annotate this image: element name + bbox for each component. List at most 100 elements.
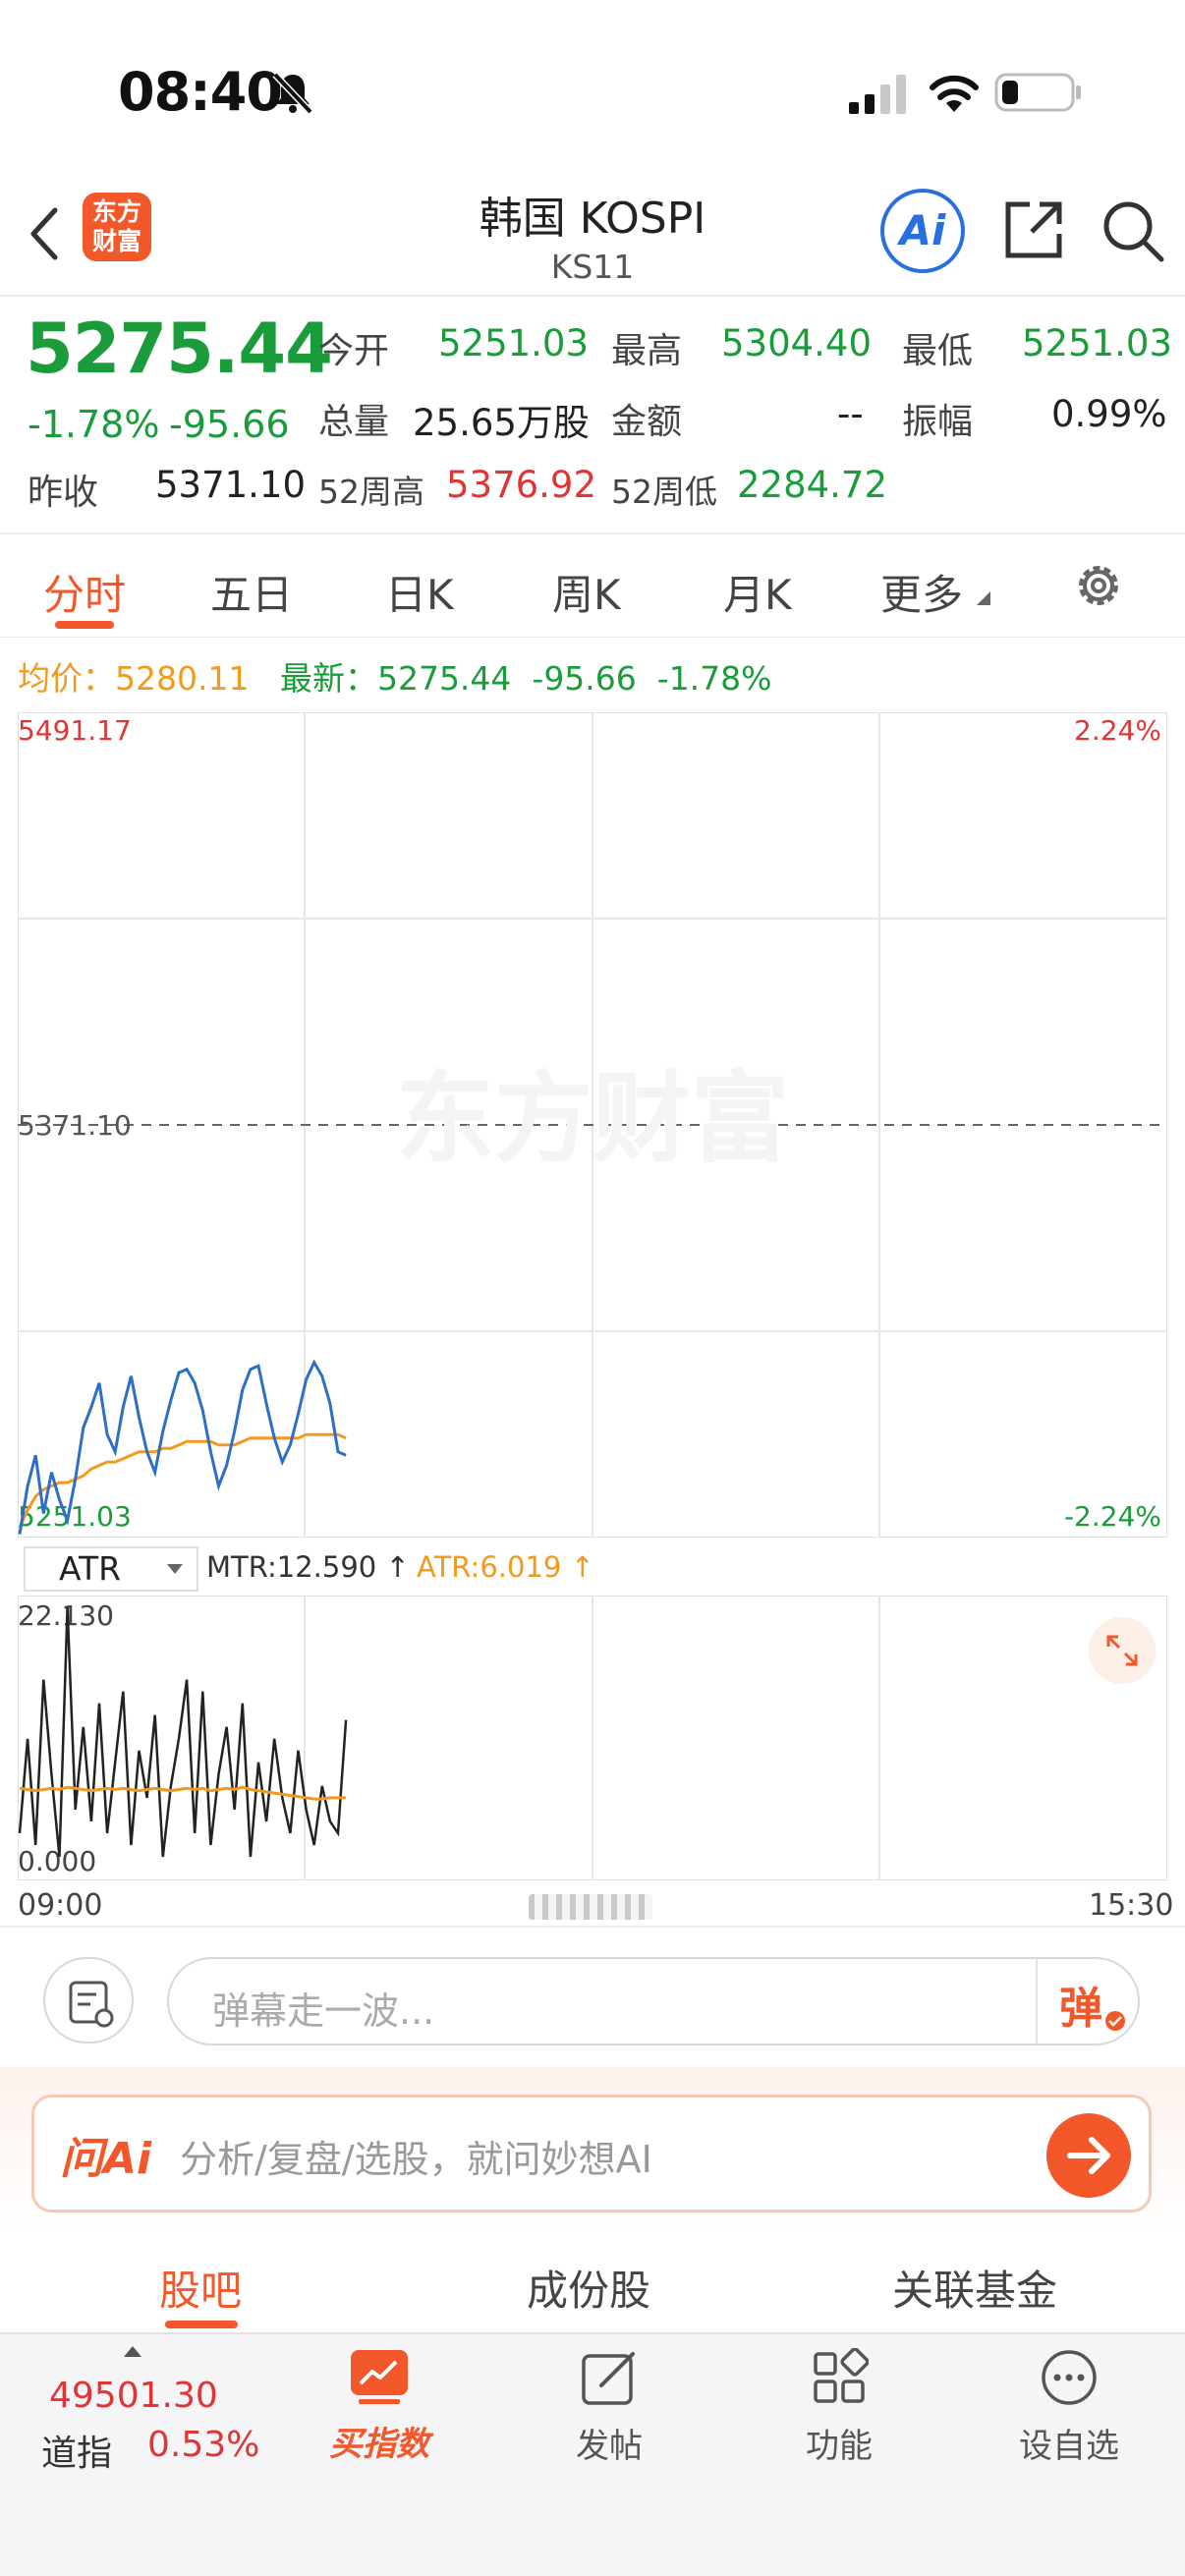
add-watchlist-button[interactable]: 设自选 xyxy=(1000,2348,1138,2467)
functions-button[interactable]: 功能 xyxy=(770,2347,908,2467)
caret-up-icon xyxy=(124,2346,141,2357)
blurred-time-label xyxy=(529,1894,652,1920)
indicator-bar: ATR MTR:12.590 ↑ ATR:6.019 ↑ xyxy=(24,1546,1173,1592)
volume-value: 25.65万股 xyxy=(413,402,590,444)
nav-bar: 东方财富 韩国 KOSPI KS11 Ai xyxy=(0,167,1185,295)
more-dots-icon xyxy=(1042,2350,1097,2405)
latest-value: 5275.44 xyxy=(376,659,512,698)
amplitude-value: 0.99% xyxy=(1051,393,1167,435)
tab-more[interactable]: 更多 xyxy=(880,562,963,622)
tab-related-funds[interactable]: 关联基金 xyxy=(892,2258,1057,2318)
check-icon xyxy=(1105,2011,1125,2031)
functions-label: 功能 xyxy=(806,2427,873,2466)
ask-ai-section: 问Ai 分析/复盘/选股，就问妙想AI xyxy=(0,2067,1185,2234)
ask-ai-submit-button[interactable] xyxy=(1046,2113,1131,2198)
chart-info-line: 均价：5280.11 最新：5275.44 -95.66 -1.78% xyxy=(18,652,772,700)
time-axis-start: 09:00 xyxy=(18,1888,103,1923)
search-icon[interactable] xyxy=(1100,198,1165,263)
atr-value: ATR:6.019 ↑ xyxy=(417,1550,594,1584)
tab-stock-forum[interactable]: 股吧 xyxy=(159,2258,242,2318)
edit-icon xyxy=(582,2352,635,2405)
prev-close-value: 5371.10 xyxy=(155,464,307,506)
week52-low-value: 2284.72 xyxy=(737,464,888,506)
add-watchlist-label: 设自选 xyxy=(1019,2427,1119,2466)
status-bar: 08:40 xyxy=(0,0,1185,167)
watermark: 东方财富 xyxy=(396,1061,789,1176)
amount-value: -- xyxy=(837,393,864,435)
settings-gear-icon[interactable] xyxy=(1071,558,1126,613)
clock: 08:40 xyxy=(118,61,283,123)
arrow-right-icon xyxy=(1067,2137,1110,2174)
dow-percent: 0.53% xyxy=(147,2425,260,2465)
prev-close-label: 昨收 xyxy=(28,473,99,513)
trend-chart-icon xyxy=(351,2350,408,2404)
avg-price-label: 均价： xyxy=(18,659,115,698)
ai-assistant-button[interactable]: Ai xyxy=(880,189,965,273)
change-percent: -1.78% xyxy=(28,403,160,446)
current-price: 5275.44 xyxy=(26,308,333,389)
danmaku-toggle-icon[interactable]: 弹 xyxy=(1059,1973,1102,2036)
chevron-down-icon xyxy=(167,1564,183,1574)
battery-icon xyxy=(994,73,1081,112)
tab-monthly-k[interactable]: 月K xyxy=(723,562,792,622)
latest-label: 最新： xyxy=(279,659,377,698)
grid-apps-icon xyxy=(814,2347,870,2403)
atr-chart[interactable]: 22.130 0.000 xyxy=(18,1596,1167,1880)
expand-icon xyxy=(1106,1635,1138,1666)
wifi-icon xyxy=(930,75,979,112)
share-icon[interactable] xyxy=(1002,198,1065,261)
divider xyxy=(1036,1959,1038,2044)
open-value: 5251.03 xyxy=(438,322,590,364)
y-mid-price: 5371.10 xyxy=(18,1109,132,1142)
danmaku-row: 弹幕走一波... 弹 xyxy=(0,1930,1185,2067)
time-axis-end: 15:30 xyxy=(1089,1888,1174,1923)
divider xyxy=(0,1926,1185,1928)
tab-weekly-k[interactable]: 周K xyxy=(552,562,621,622)
ask-ai-input[interactable]: 问Ai 分析/复盘/选股，就问妙想AI xyxy=(31,2095,1152,2212)
amplitude-label: 振幅 xyxy=(902,402,974,442)
low-label: 最低 xyxy=(902,331,974,371)
y-top-price: 5491.17 xyxy=(18,714,132,747)
high-label: 最高 xyxy=(611,331,683,371)
change-value: -95.66 xyxy=(169,403,290,446)
avg-price-value: 5280.11 xyxy=(115,659,250,698)
mtr-value: MTR:12.590 ↑ xyxy=(206,1550,410,1584)
dow-name: 道指 xyxy=(41,2434,113,2474)
danmaku-placeholder: 弹幕走一波... xyxy=(212,1989,435,2033)
indicator-select[interactable]: ATR xyxy=(24,1546,198,1592)
low-value: 5251.03 xyxy=(1022,322,1173,364)
intraday-chart[interactable]: 东方财富 5491.17 2.24% 5371.10 5251.03 -2.24… xyxy=(18,712,1167,1538)
bottom-bar: 49501.30 道指 0.53% 买指数 发帖 功能 设自选 xyxy=(0,2332,1185,2576)
bell-muted-icon xyxy=(272,72,313,114)
danmaku-input[interactable]: 弹幕走一波... 弹 xyxy=(167,1957,1140,2045)
atr-y-min: 0.000 xyxy=(18,1845,96,1877)
ask-ai-placeholder: 分析/复盘/选股，就问妙想AI xyxy=(180,2138,652,2181)
cellular-signal-icon xyxy=(849,75,906,114)
dow-value: 49501.30 xyxy=(49,2376,218,2416)
tab-intraday[interactable]: 分时 xyxy=(43,562,126,622)
week52-low-label: 52周低 xyxy=(611,473,717,511)
tab-daily-k[interactable]: 日K xyxy=(385,562,454,622)
quote-panel: 5275.44 -1.78% -95.66 今开 5251.03 最高 5304… xyxy=(0,297,1185,532)
open-label: 今开 xyxy=(318,331,390,371)
danmaku-settings-button[interactable] xyxy=(43,1957,134,2044)
latest-percent: -1.78% xyxy=(656,659,772,698)
post-label: 发帖 xyxy=(576,2427,643,2466)
expand-chart-button[interactable] xyxy=(1089,1617,1156,1684)
tab-five-day[interactable]: 五日 xyxy=(210,562,293,622)
week52-high-value: 5376.92 xyxy=(446,464,597,506)
week52-high-label: 52周高 xyxy=(318,473,424,511)
y-bottom-percent: -2.24% xyxy=(1064,1500,1161,1533)
buy-index-button[interactable]: 买指数 xyxy=(310,2348,448,2465)
indicator-select-value: ATR xyxy=(59,1549,122,1588)
more-caret-icon xyxy=(977,591,990,605)
buy-index-label: 买指数 xyxy=(329,2425,429,2464)
document-settings-icon xyxy=(69,1981,114,2028)
ask-ai-logo: 问Ai xyxy=(60,2134,152,2184)
post-button[interactable]: 发帖 xyxy=(540,2348,678,2467)
active-tab-indicator xyxy=(55,621,114,629)
amount-label: 金额 xyxy=(611,402,683,442)
y-bottom-price: 5251.03 xyxy=(18,1500,132,1533)
high-value: 5304.40 xyxy=(721,322,873,364)
tab-constituents[interactable]: 成份股 xyxy=(527,2258,650,2318)
